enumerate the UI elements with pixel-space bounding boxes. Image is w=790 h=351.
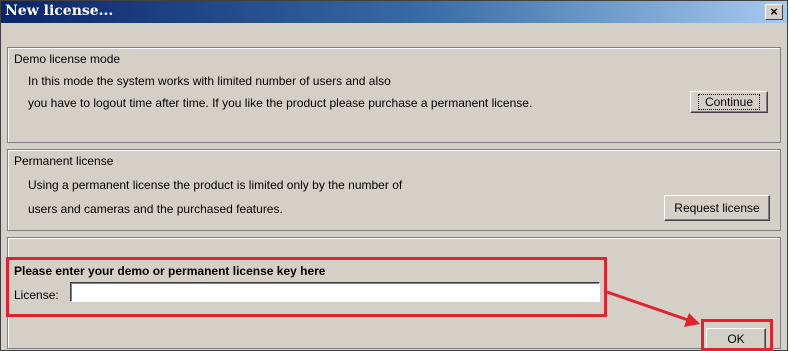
demo-license-group: Demo license mode In this mode the syste…: [7, 47, 781, 143]
permanent-license-legend: Permanent license: [14, 154, 114, 168]
permanent-license-group: Permanent license Using a permanent lice…: [7, 149, 781, 231]
demo-description-line2: you have to logout time after time. If y…: [28, 96, 533, 110]
title-bar[interactable]: New license... ×: [1, 1, 787, 23]
highlight-ok-box: [701, 319, 773, 351]
close-button[interactable]: ×: [765, 4, 783, 20]
request-license-label: Request license: [674, 201, 760, 215]
close-icon: ×: [770, 4, 778, 19]
demo-license-legend: Demo license mode: [14, 52, 121, 66]
permanent-description-line2: users and cameras and the purchased feat…: [28, 202, 283, 216]
window-title: New license...: [5, 3, 114, 19]
continue-button[interactable]: Continue: [690, 91, 768, 113]
permanent-description-line1: Using a permanent license the product is…: [28, 178, 403, 192]
highlight-license-box: [6, 257, 607, 317]
request-license-button[interactable]: Request license: [664, 195, 770, 221]
demo-description-line1: In this mode the system works with limit…: [28, 74, 391, 88]
continue-button-label: Continue: [697, 94, 761, 110]
